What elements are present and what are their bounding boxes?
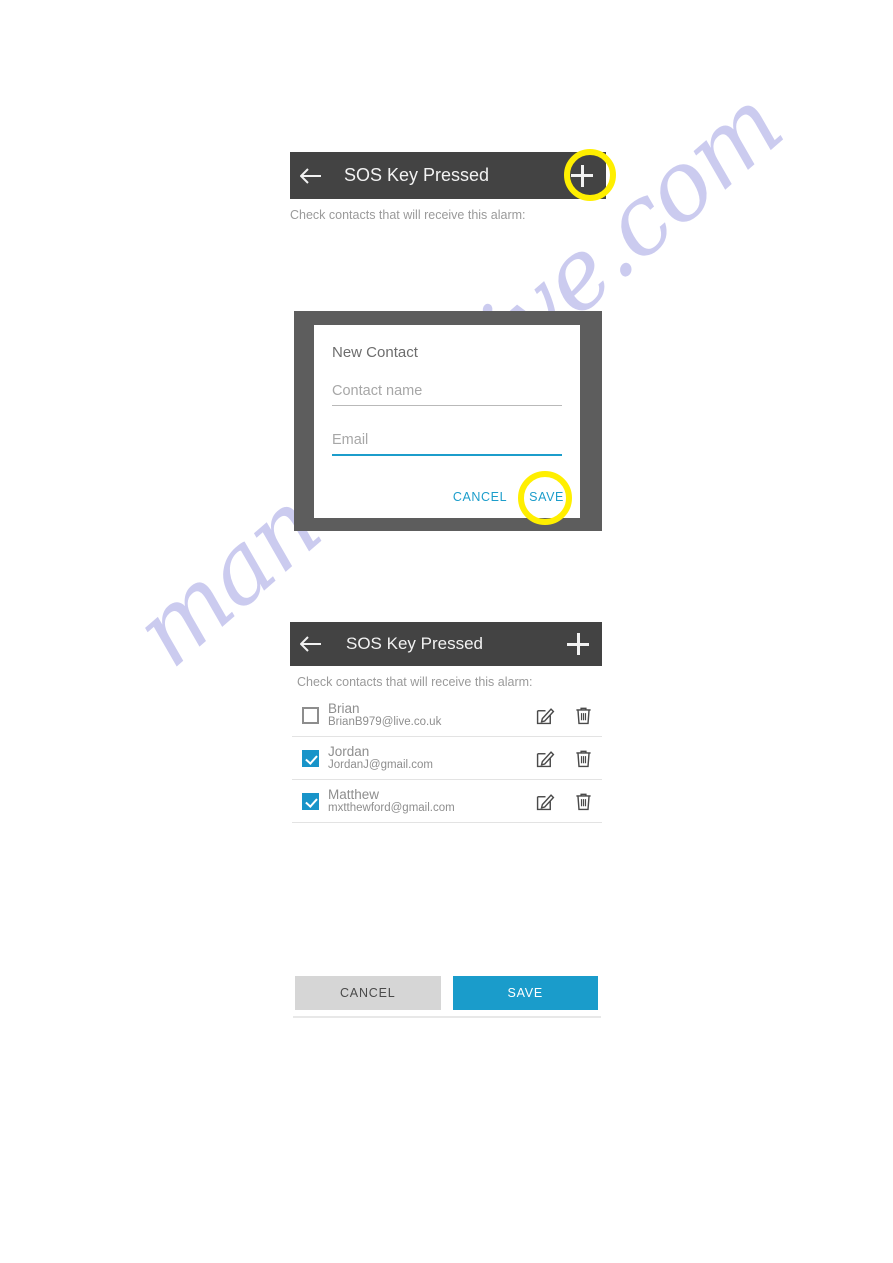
- arrow-left-icon: [300, 167, 321, 184]
- appbar-screen-one: SOS Key Pressed: [290, 152, 606, 199]
- email-field[interactable]: Email: [332, 432, 562, 456]
- dialog-save-button[interactable]: SAVE: [529, 490, 564, 504]
- dialog-cancel-button[interactable]: CANCEL: [453, 490, 507, 504]
- plus-icon: [567, 633, 589, 655]
- contact-checkbox-brian[interactable]: [292, 706, 328, 724]
- cancel-button[interactable]: CANCEL: [295, 976, 441, 1010]
- bottom-divider: [293, 1016, 601, 1018]
- contact-info: Matthew mxtthewford@gmail.com: [328, 787, 536, 815]
- contact-name-underline: [332, 405, 562, 406]
- edit-pencil-icon[interactable]: [536, 749, 555, 768]
- appbar-title-top: SOS Key Pressed: [344, 165, 490, 185]
- contact-email: BrianB979@live.co.uk: [328, 716, 442, 729]
- contact-list: Brian BrianB979@live.co.uk Jordan Jordan…: [292, 694, 602, 823]
- checkbox-unchecked-icon: [301, 706, 319, 724]
- dialog-title: New Contact: [332, 344, 418, 361]
- contact-name: Brian: [328, 701, 360, 716]
- contact-name: Jordan: [328, 744, 370, 759]
- table-row[interactable]: Jordan JordanJ@gmail.com: [292, 737, 602, 780]
- contact-email: mxtthewford@gmail.com: [328, 802, 455, 815]
- email-underline: [332, 454, 562, 456]
- contact-checkbox-jordan[interactable]: [292, 749, 328, 767]
- edit-pencil-icon[interactable]: [536, 706, 555, 725]
- appbar-title-bottom: SOS Key Pressed: [346, 634, 484, 653]
- contact-info: Brian BrianB979@live.co.uk: [328, 701, 536, 729]
- email-placeholder: Email: [332, 432, 369, 448]
- bottom-action-bar: CANCEL SAVE: [295, 976, 598, 1010]
- contact-name-placeholder: Contact name: [332, 383, 423, 399]
- back-button-bottom[interactable]: [290, 622, 332, 666]
- table-row[interactable]: Brian BrianB979@live.co.uk: [292, 694, 602, 737]
- trash-icon[interactable]: [574, 792, 593, 811]
- contact-name: Matthew: [328, 787, 380, 802]
- hint-text-bottom: Check contacts that will receive this al…: [297, 675, 533, 689]
- hint-text-top: Check contacts that will receive this al…: [290, 208, 526, 222]
- row-actions: [536, 749, 602, 768]
- contact-email: JordanJ@gmail.com: [328, 759, 433, 772]
- checkbox-checked-icon: [301, 749, 319, 767]
- contact-name-field[interactable]: Contact name: [332, 383, 562, 406]
- page-canvas: manualshive.com SOS Key Pressed Check co…: [0, 0, 893, 1263]
- table-row[interactable]: Matthew mxtthewford@gmail.com: [292, 780, 602, 823]
- add-contact-button-bottom[interactable]: [554, 622, 602, 666]
- plus-icon: [571, 164, 593, 187]
- contact-info: Jordan JordanJ@gmail.com: [328, 744, 536, 772]
- save-button[interactable]: SAVE: [452, 976, 598, 1010]
- row-actions: [536, 792, 602, 811]
- new-contact-dialog: New Contact Contact name Email CANCEL SA…: [314, 325, 580, 518]
- checkbox-checked-icon: [301, 792, 319, 810]
- trash-icon[interactable]: [574, 706, 593, 725]
- edit-pencil-icon[interactable]: [536, 792, 555, 811]
- add-contact-button-top[interactable]: [558, 152, 606, 199]
- back-button-top[interactable]: [290, 152, 332, 199]
- appbar-screen-two: SOS Key Pressed: [290, 622, 602, 666]
- row-actions: [536, 706, 602, 725]
- contact-checkbox-matthew[interactable]: [292, 792, 328, 810]
- trash-icon[interactable]: [574, 749, 593, 768]
- arrow-left-icon: [300, 636, 321, 652]
- dialog-actions: CANCEL SAVE: [453, 490, 564, 504]
